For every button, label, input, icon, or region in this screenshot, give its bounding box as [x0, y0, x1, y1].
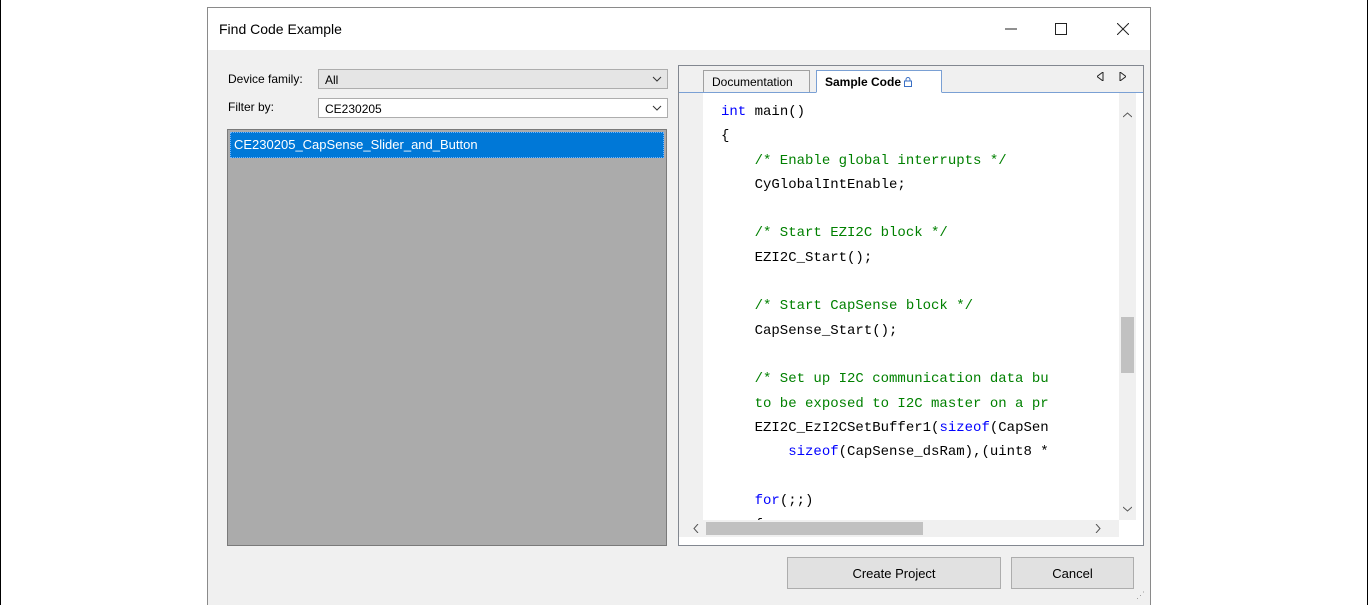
code-line: CapSense_Start();: [721, 322, 898, 339]
lock-icon: [904, 77, 913, 89]
device-family-value: All: [325, 73, 339, 87]
background-border-right: [1367, 0, 1368, 605]
code-line: CyGlobalIntEnable;: [721, 176, 906, 193]
vertical-scroll-thumb[interactable]: [1121, 317, 1134, 373]
create-project-button[interactable]: Create Project: [787, 557, 1001, 589]
scroll-right-icon[interactable]: [1095, 523, 1101, 536]
vertical-scrollbar[interactable]: [1119, 93, 1136, 520]
close-icon: [1117, 23, 1129, 35]
examples-list[interactable]: CE230205_CapSense_Slider_and_Button: [227, 129, 667, 546]
background-border-left: [0, 0, 1, 605]
device-family-label: Device family:: [228, 72, 303, 86]
code-editor[interactable]: int main() { /* Enable global interrupts…: [721, 100, 1121, 520]
tab-scroll-right-icon[interactable]: [1119, 71, 1127, 82]
code-keyword: sizeof: [788, 444, 839, 461]
code-line: to be exposed to I2C master on a pr: [721, 395, 1049, 412]
tab-strip: Documentation Sample Code: [679, 66, 1143, 93]
chevron-down-icon: [652, 73, 662, 87]
code-line: /* Enable global interrupts */: [721, 152, 1007, 169]
find-code-example-dialog: Find Code Example Device family: All Fil…: [207, 7, 1151, 605]
code-line: /* Start EZI2C block */: [721, 225, 948, 242]
code-line: /* Set up I2C communication data bu: [721, 371, 1049, 388]
window-title: Find Code Example: [219, 21, 342, 37]
code-line: /* Start CapSense block */: [721, 298, 974, 315]
preview-pane: Documentation Sample Code int main() { /…: [678, 65, 1144, 546]
scroll-down-icon[interactable]: [1122, 503, 1133, 515]
filter-input[interactable]: CE230205: [318, 98, 668, 118]
close-button[interactable]: [1100, 8, 1146, 50]
device-family-select[interactable]: All: [318, 69, 668, 89]
title-bar: Find Code Example: [208, 8, 1150, 50]
tab-documentation[interactable]: Documentation: [703, 70, 810, 92]
tab-sample-code[interactable]: Sample Code: [816, 70, 942, 93]
code-line: EZI2C_EzI2CSetBuffer1(sizeof(CapSen: [721, 419, 1049, 436]
code-line: EZI2C_Start();: [721, 249, 873, 266]
chevron-down-icon: [652, 102, 662, 116]
horizontal-scrollbar[interactable]: [679, 520, 1119, 537]
code-gutter: [679, 93, 703, 520]
list-item[interactable]: CE230205_CapSense_Slider_and_Button: [230, 132, 664, 158]
code-line: {: [721, 128, 730, 145]
maximize-icon: [1055, 23, 1067, 35]
code-line: int main(): [721, 104, 806, 120]
maximize-button[interactable]: [1038, 8, 1084, 50]
code-keyword: int: [721, 104, 747, 120]
cancel-button[interactable]: Cancel: [1011, 557, 1134, 589]
code-line: sizeof(CapSense_dsRam),(uint8 *: [788, 444, 1049, 461]
filter-value: CE230205: [325, 102, 382, 116]
resize-grip-icon[interactable]: ⋰: [1136, 590, 1145, 601]
tab-sample-code-label: Sample Code: [825, 75, 902, 89]
tab-scroll-left-icon[interactable]: [1096, 71, 1104, 82]
minimize-icon: [1005, 28, 1017, 30]
code-keyword: sizeof: [939, 419, 990, 436]
minimize-button[interactable]: [988, 8, 1034, 50]
filter-by-label: Filter by:: [228, 100, 275, 114]
code-line: for(;;): [754, 492, 814, 509]
horizontal-scroll-thumb[interactable]: [706, 522, 923, 535]
scroll-up-icon[interactable]: [1122, 109, 1133, 121]
code-keyword: for: [754, 492, 780, 509]
scroll-left-icon[interactable]: [693, 523, 699, 536]
tab-scroll-arrows[interactable]: [1096, 71, 1127, 84]
